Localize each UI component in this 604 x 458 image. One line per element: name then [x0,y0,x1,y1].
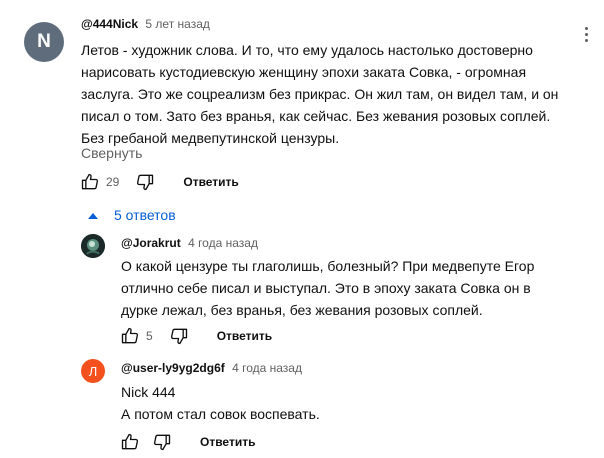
reply-actions: Ответить [118,430,255,454]
reply-author[interactable]: @Jorakrut [121,236,181,250]
collapse-button[interactable]: Свернуть [81,145,142,161]
avatar-letter: N [37,31,51,52]
reply-line: О какой цензуре ты глаголишь, болезный? … [121,258,535,274]
comment-author[interactable]: @444Nick [81,17,138,31]
comment-line: заслуга. Это же соцреализм без прикрас. … [81,86,559,102]
reply-line: А потом стал совок воспевать. [121,406,320,422]
reply-button[interactable]: Ответить [183,175,238,189]
reply-actions: 5 Ответить [118,324,272,348]
avatar-image-icon [81,234,105,258]
caret-up-icon [88,212,98,219]
like-button[interactable] [78,170,102,194]
reply-author[interactable]: @user-ly9yg2dg6f [121,361,225,375]
reply-time[interactable]: 4 года назад [188,236,258,250]
thumb-down-icon [137,174,154,191]
thumb-down-icon [153,434,171,451]
reply-time[interactable]: 4 года назад [232,361,302,375]
thumb-up-icon [121,327,139,344]
dislike-button[interactable] [133,170,157,194]
like-button[interactable] [118,324,142,348]
like-count: 29 [106,175,120,189]
comment-line: писал о том. Зато без вранья, как сейчас… [81,108,551,124]
thumb-up-icon [121,433,139,450]
avatar[interactable]: N [24,22,64,62]
comment-header: @444Nick 5 лет назад [81,17,210,31]
reply-button[interactable]: Ответить [200,435,255,449]
replies-count-label: 5 ответов [114,207,176,223]
comment-line: нарисовать кустодиевскую женщину эпохи з… [81,64,527,80]
reply-header: @Jorakrut 4 года назад [121,236,258,250]
thumb-down-icon [170,328,187,345]
avatar-letter: Л [88,363,98,379]
reply-line: Nick 444 [121,384,176,400]
reply-line: дурке лежал, без вранья, без жевания роз… [121,302,483,318]
reply-body: Nick 444 А потом стал совок воспевать. [121,381,320,425]
like-button[interactable] [118,430,142,454]
comment-body: Летов - художник слова. И то, что ему уд… [81,39,558,149]
avatar[interactable] [81,234,105,258]
more-actions-button[interactable] [576,22,596,46]
thumb-up-icon [81,173,99,190]
reply-header: @user-ly9yg2dg6f 4 года назад [121,361,302,375]
reply-body: О какой цензуре ты глаголишь, болезный? … [121,255,534,321]
dislike-button[interactable] [150,430,174,454]
dot-icon [584,26,588,30]
comment-time[interactable]: 5 лет назад [145,17,209,31]
comment-actions: 29 Ответить [78,170,239,194]
reply-button[interactable]: Ответить [217,329,272,343]
reply-line: отлично себе писал и выступал. Это в эпо… [121,280,531,296]
like-count: 5 [146,329,153,343]
avatar[interactable]: Л [81,359,105,383]
replies-toggle[interactable]: 5 ответов [88,207,176,223]
comment-line: Без гребаной медвепутинской цензуры. [81,130,340,146]
dot-icon [584,38,588,42]
dot-icon [584,32,588,36]
dislike-button[interactable] [167,324,191,348]
comment-line: Летов - художник слова. И то, что ему уд… [81,42,533,58]
